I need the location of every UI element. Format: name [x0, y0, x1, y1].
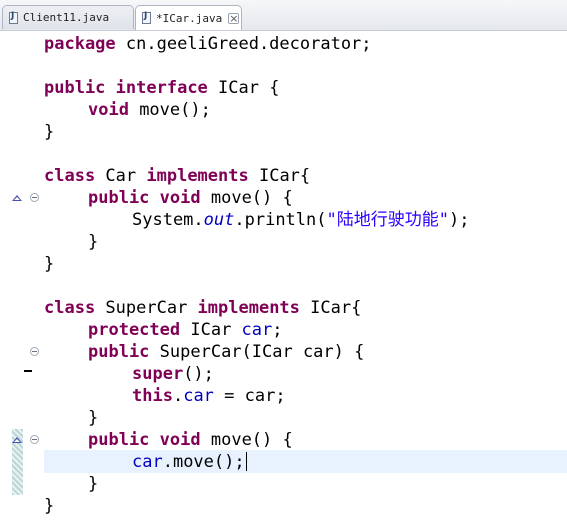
code-line-11: } [44, 254, 55, 274]
fold-minus-icon[interactable] [30, 347, 39, 356]
code-line-22: } [44, 496, 55, 516]
code-line-4: void move(); [88, 100, 211, 120]
code-line-19: public void move() { [88, 430, 293, 450]
close-icon[interactable]: × [228, 12, 240, 24]
current-line-highlight [44, 450, 567, 473]
fold-minus-icon[interactable] [30, 435, 39, 444]
code-line-21: } [88, 474, 99, 494]
tab-client11-java[interactable]: Client11.java [2, 5, 134, 29]
tab-icar-java[interactable]: *ICar.java × [135, 5, 242, 30]
annotation-tick [24, 370, 32, 372]
code-line-5: } [44, 122, 55, 142]
code-line-17: this.car = car; [132, 386, 286, 406]
code-line-7: class Car implements ICar{ [44, 166, 311, 186]
code-line-1: package cn.geeliGreed.decorator; [44, 34, 372, 54]
code-line-15: public SuperCar(ICar car) { [88, 342, 365, 362]
code-editor[interactable]: package cn.geeliGreed.decorator; public … [0, 31, 567, 529]
java-editor-window: Client11.java *ICar.java × package cn.ge… [0, 0, 567, 529]
code-line-3: public interface ICar { [44, 78, 280, 98]
code-line-18: } [88, 408, 99, 428]
code-line-16: super(); [132, 364, 214, 384]
java-file-icon [142, 11, 151, 24]
tab-label: *ICar.java [156, 11, 223, 25]
code-line-10: } [88, 232, 99, 252]
override-triangle-icon[interactable] [12, 437, 22, 443]
code-line-8: public void move() { [88, 188, 293, 208]
tab-label: Client11.java [23, 11, 110, 24]
code-line-14: protected ICar car; [88, 320, 283, 340]
editor-tab-bar: Client11.java *ICar.java × [0, 0, 567, 31]
code-line-20: car.move(); [132, 452, 247, 472]
override-triangle-icon[interactable] [12, 195, 22, 201]
java-file-icon [9, 11, 18, 24]
code-line-9: System.out.println("陆地行驶功能"); [132, 210, 470, 230]
text-cursor [245, 452, 247, 471]
code-line-13: class SuperCar implements ICar{ [44, 298, 362, 318]
fold-minus-icon[interactable] [30, 193, 39, 202]
